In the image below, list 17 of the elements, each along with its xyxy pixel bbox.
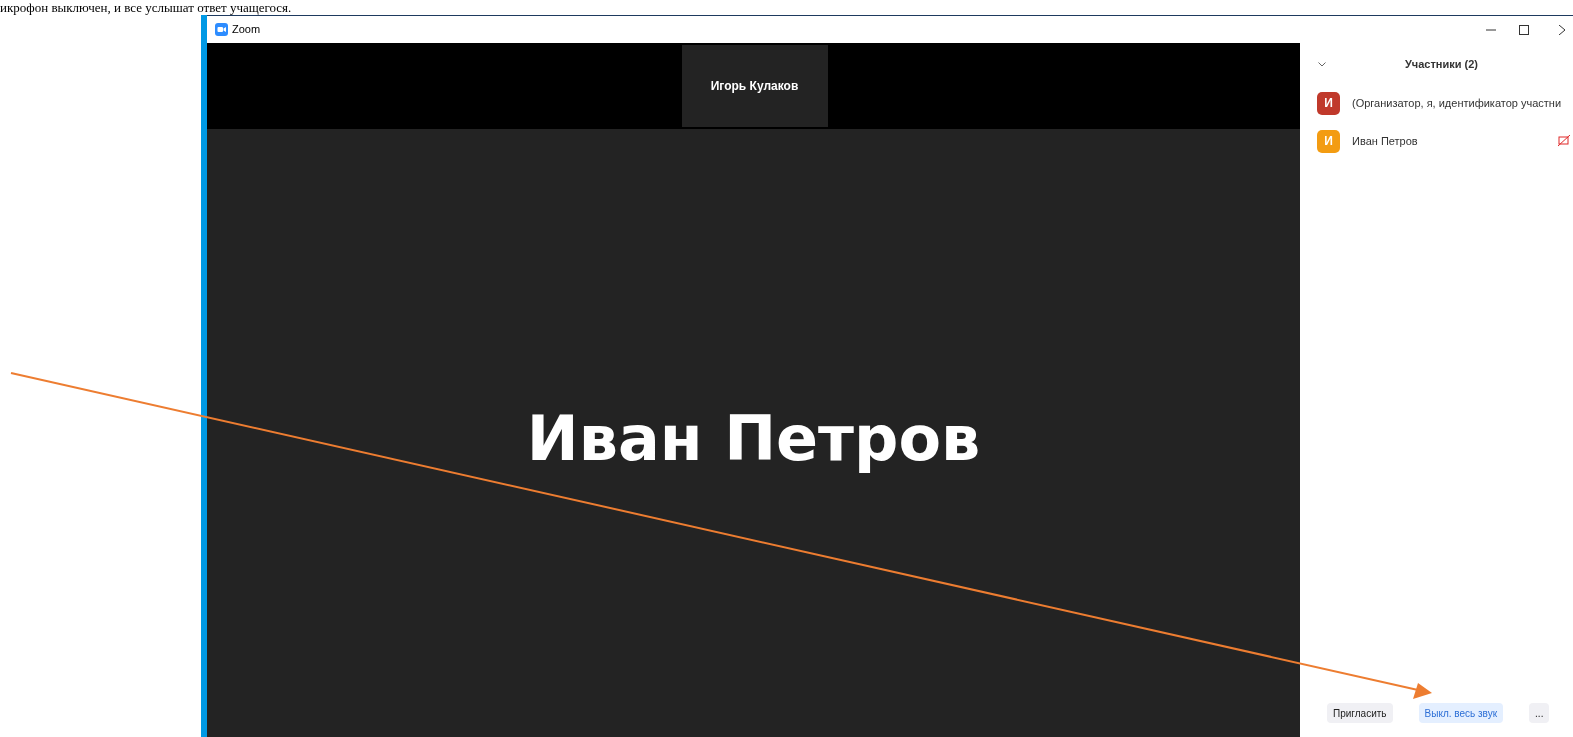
window-title: Zoom [232,22,261,38]
participant-name: Игорь Кулаков [710,78,799,95]
camera-icon [215,23,228,36]
panel-button[interactable]: Пригласить [1327,703,1393,723]
panel-title: Участники (2) [1405,56,1479,72]
document-text: икрофон выключен, и все услышат ответ учащегося. [0,0,292,15]
maximize-icon[interactable] [1519,24,1529,35]
panel-button[interactable]: ... [1529,703,1550,723]
avatar: И [1317,129,1340,153]
avatar: И [1317,91,1340,115]
chevron-icon[interactable] [1318,61,1326,67]
video-off-icon[interactable] [1558,135,1571,147]
mute-all-button[interactable]: Выкл. весь звук [1418,703,1504,723]
close-icon[interactable] [1559,24,1565,35]
speaker-name: Иван Петров [526,400,981,477]
participant-name[interactable]: Иван Петров [1352,132,1418,150]
participant-name[interactable]: (Организатор, я, идентификатор участни [1352,94,1562,112]
